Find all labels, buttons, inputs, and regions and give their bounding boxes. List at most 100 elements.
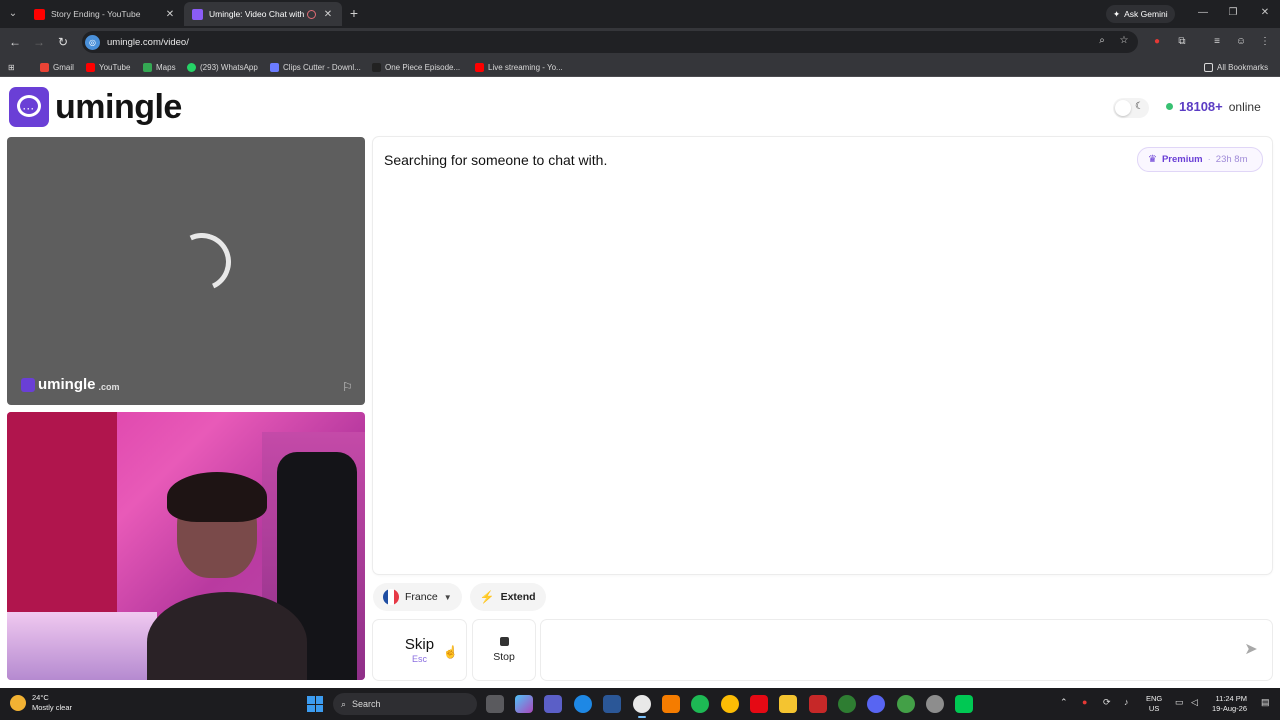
online-counter: 18108+ online (1166, 99, 1261, 114)
browser-toolbar: ← → ↻ ◎ umingle.com/video/ ⌕ ☆ ● ⧉ ≡ ☺ ⋮ (0, 28, 1280, 56)
all-bookmarks-button[interactable]: All Bookmarks (1204, 60, 1268, 74)
bookmark-live-streaming[interactable]: Live streaming - Yo... (475, 60, 563, 74)
forward-arrow-icon[interactable]: → (31, 34, 47, 50)
zoom-icon[interactable]: ⌕ (1095, 34, 1109, 48)
maps-pin-icon (143, 62, 152, 72)
spotify-icon[interactable] (691, 695, 709, 713)
premium-label: Premium (1161, 154, 1203, 165)
tab-close-icon[interactable]: ✕ (322, 9, 334, 20)
file-explorer-icon[interactable] (779, 695, 797, 713)
new-tab-button[interactable]: + (346, 5, 362, 21)
extensions-puzzle-icon[interactable]: ⧉ (1174, 34, 1190, 50)
self-webcam-video (7, 412, 365, 680)
language-indicator[interactable]: ENG US (1146, 694, 1162, 714)
tab-umingle[interactable]: Umingle: Video Chat with St ✕ (184, 2, 342, 26)
microphone-icon[interactable]: ♪ (1124, 697, 1129, 707)
bookmark-whatsapp[interactable]: (293) WhatsApp (187, 60, 258, 74)
app-green-u-icon[interactable] (897, 695, 915, 713)
toggle-knob (1115, 100, 1131, 116)
bookmark-label: Gmail (53, 62, 74, 72)
browser-menu-icon[interactable]: ⋮ (1257, 34, 1273, 50)
tray-app-icon[interactable]: ● (1082, 697, 1087, 707)
bookmark-label: One Piece Episode... (385, 62, 461, 72)
folder-icon (1204, 62, 1213, 72)
bookmark-clips-cutter[interactable]: Clips Cutter - Downl... (270, 60, 361, 74)
chat-status-text: Searching for someone to chat with. (384, 152, 608, 168)
netflix-icon[interactable] (750, 695, 768, 713)
ask-gemini-button[interactable]: ✦ Ask Gemini (1106, 5, 1175, 23)
apps-grid-icon[interactable]: ⊞ (8, 60, 15, 74)
tab-youtube[interactable]: Story Ending - YouTube ✕ (26, 2, 184, 26)
reload-icon[interactable]: ↻ (55, 34, 71, 50)
app-grey-icon[interactable] (926, 695, 944, 713)
notification-bell-icon[interactable]: ▤ (1261, 697, 1270, 708)
weather-widget[interactable]: 24°C Mostly clear (10, 693, 72, 713)
language-primary: ENG (1146, 694, 1163, 703)
lightning-icon: ⚡ (479, 590, 495, 604)
bookmark-label: Clips Cutter - Downl... (283, 62, 361, 72)
taskbar-search[interactable]: ⌕ Search (333, 693, 477, 715)
premium-button[interactable]: ♛ Premium · 23h 8m (1137, 147, 1263, 172)
teams-icon[interactable] (544, 695, 562, 713)
bookmark-gmail[interactable]: Gmail (40, 60, 74, 74)
restore-icon[interactable]: ❐ (1224, 5, 1242, 21)
edge-icon[interactable] (574, 695, 592, 713)
network-icon[interactable]: ▭ (1175, 697, 1184, 708)
profile-avatar-icon[interactable]: ☺ (1233, 34, 1249, 50)
tray-sync-icon[interactable]: ⟳ (1103, 697, 1111, 708)
send-icon[interactable]: ➤ (1242, 641, 1260, 659)
message-input[interactable] (553, 636, 1213, 664)
task-view-icon[interactable] (486, 695, 504, 713)
site-logo[interactable]: ··· umingle (9, 87, 182, 127)
stop-button[interactable]: Stop (473, 620, 535, 680)
extend-button[interactable]: ⚡ Extend (469, 583, 546, 611)
clips-cutter-icon (270, 62, 279, 72)
youtube-icon (475, 62, 484, 72)
report-flag-icon[interactable]: ⚐ (342, 380, 356, 394)
app-icon[interactable] (603, 695, 621, 713)
chat-controls: Skip Esc Stop ➤ (373, 620, 1272, 680)
bookmark-youtube[interactable]: YouTube (86, 60, 130, 74)
bookmarks-bar: ⊞ Gmail YouTube Maps (293) WhatsApp Clip… (0, 56, 1280, 77)
taskbar-search-placeholder: Search (352, 699, 381, 709)
windows-start-icon[interactable] (307, 696, 323, 712)
umingle-logo-icon: ··· (9, 87, 49, 127)
weather-moon-icon (10, 695, 26, 711)
chrome-icon[interactable] (633, 695, 651, 718)
extension-red-icon[interactable]: ● (1149, 34, 1165, 50)
tray-overflow-icon[interactable]: ⌃ (1060, 697, 1068, 708)
media-control-icon[interactable]: ≡ (1209, 34, 1225, 50)
vlc-icon[interactable] (662, 695, 680, 713)
all-bookmarks-label: All Bookmarks (1217, 62, 1269, 72)
stranger-video-panel: umingle .com ⚐ (7, 137, 365, 405)
tab-title: Story Ending - YouTube (51, 9, 141, 19)
volume-icon[interactable]: ◁ (1191, 697, 1198, 708)
minimize-icon[interactable]: — (1194, 5, 1212, 21)
country-selector[interactable]: France ▼ (373, 583, 462, 611)
dark-mode-toggle[interactable]: ☾ (1113, 98, 1149, 118)
skip-label: Skip (404, 636, 435, 653)
app-red-icon[interactable] (809, 695, 827, 713)
youtube-favicon-icon (34, 8, 45, 20)
bookmark-label: Live streaming - Yo... (488, 62, 563, 72)
chrome-profile-icon[interactable] (721, 695, 739, 713)
weather-condition: Mostly clear (32, 703, 73, 712)
message-composer: ➤ (541, 620, 1272, 680)
system-clock[interactable]: 11:24 PM 19-Aug-26 (1212, 694, 1247, 714)
discord-icon[interactable] (867, 695, 885, 713)
back-arrow-icon[interactable]: ← (7, 34, 23, 50)
bookmark-star-icon[interactable]: ☆ (1117, 34, 1131, 48)
copilot-icon[interactable] (515, 695, 533, 713)
bookmark-one-piece[interactable]: One Piece Episode... (372, 60, 460, 74)
premium-timer: 23h 8m (1215, 154, 1248, 165)
tab-search-button[interactable]: ⌄ (5, 6, 21, 22)
bookmark-maps[interactable]: Maps (143, 60, 176, 74)
app-green-square-icon[interactable] (955, 695, 973, 713)
address-bar[interactable]: ◎ umingle.com/video/ (82, 31, 1138, 53)
site-info-icon[interactable]: ◎ (85, 34, 100, 50)
umingle-favicon-icon (192, 8, 203, 20)
app-green-icon[interactable] (838, 695, 856, 713)
window-close-icon[interactable]: ✕ (1256, 5, 1274, 21)
bookmark-label: YouTube (99, 62, 131, 72)
tab-close-icon[interactable]: ✕ (164, 9, 176, 20)
